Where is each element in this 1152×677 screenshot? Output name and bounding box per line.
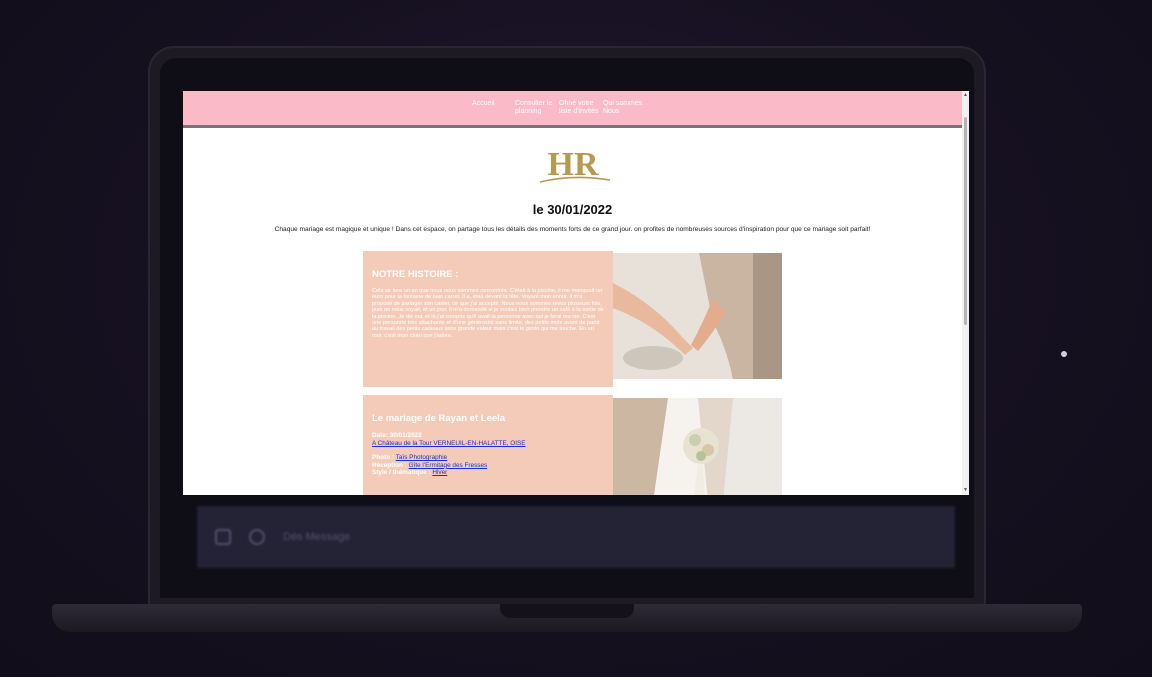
refresh-icon <box>249 529 265 545</box>
photo-label: Photo : <box>372 454 395 462</box>
logo: HR <box>539 146 611 183</box>
intro-text: Chaque mariage est magique et unique ! D… <box>274 226 871 233</box>
story-body: Cela se fera un an que nous nous sommes … <box>372 288 604 339</box>
photographer-link[interactable]: Taïs Photographie <box>396 454 448 461</box>
story-card: NOTRE HISTOIRE : Cela se fera un an que … <box>363 251 613 387</box>
reception-link[interactable]: Gîte l'Ermitage des Fresses <box>409 462 488 469</box>
nav-item-about[interactable]: Qui sommes Nous <box>603 100 643 116</box>
style-link[interactable]: Hiver <box>432 469 447 476</box>
scrollbar[interactable]: ▲ ▼ <box>962 91 969 495</box>
browser-window: Accueil Consulter le planning Ohné votre… <box>183 91 969 495</box>
bouquet-illustration <box>613 398 782 495</box>
taskbar-text: Dés Message <box>283 531 351 543</box>
nav-item-accueil[interactable]: Accueil <box>472 100 512 108</box>
laptop-notch <box>500 604 634 618</box>
wedding-date: le 30/01/2022 <box>532 202 613 217</box>
wedding-info-card: Le mariage de Rayan et Leela Date: 30/01… <box>363 395 613 495</box>
date-line: Date: 30/01/2022 <box>372 432 422 439</box>
wedding-title: Le mariage de Rayan et Leela <box>372 413 506 424</box>
scroll-up-icon[interactable]: ▲ <box>962 92 969 99</box>
venue-link[interactable]: A Château de la Tour VERNEUIL-EN-HALATTE… <box>372 440 526 447</box>
bouquet-photo <box>613 398 782 495</box>
hands-illustration <box>613 253 782 379</box>
scroll-thumb[interactable] <box>964 117 967 325</box>
wedding-details: Date: 30/01/2022 A Château de la Tour VE… <box>372 432 604 477</box>
sparkle-dot <box>1061 351 1067 357</box>
taskbar: Dés Message <box>197 506 955 568</box>
couple-hands-photo <box>613 253 782 379</box>
nav-item-guest-list[interactable]: Ohné votre liste d'invités <box>559 100 599 116</box>
window-icon <box>215 529 231 545</box>
reception-label: Réception : <box>372 461 407 469</box>
scroll-down-icon[interactable]: ▼ <box>962 487 969 494</box>
nav-item-planning[interactable]: Consulter le planning <box>515 100 555 116</box>
story-title: NOTRE HISTOIRE : <box>372 269 459 280</box>
top-nav: Accueil Consulter le planning Ohné votre… <box>183 91 962 128</box>
style-label: Style / thématique : <box>372 469 431 477</box>
